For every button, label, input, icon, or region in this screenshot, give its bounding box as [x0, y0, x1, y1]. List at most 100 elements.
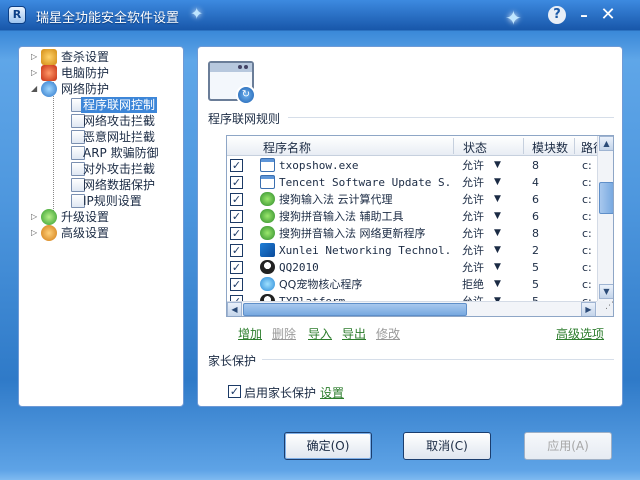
settings-window: R 瑞星全功能安全软件设置 ✦ ✦ ? – ✕ ▷ 查杀设置 ▷ 电脑防护 ◢ …: [0, 0, 640, 480]
module-count: 6: [532, 193, 539, 206]
window-icon: [260, 175, 275, 189]
help-button[interactable]: ?: [548, 6, 566, 24]
dropdown-arrow-icon[interactable]: ▼: [494, 211, 501, 221]
module-count: 4: [532, 176, 539, 189]
rule-checkbox[interactable]: ✓: [230, 210, 243, 223]
expand-icon[interactable]: ▷: [31, 213, 38, 221]
parental-protect-label[interactable]: 启用家长保护: [244, 384, 316, 401]
rule-status[interactable]: 允许: [462, 158, 498, 173]
qq-pet-icon: [260, 277, 275, 291]
table-row[interactable]: ✓ 搜狗拼音输入法 网络更新程序 允许 ▼ 8 c:: [227, 225, 597, 242]
ok-button[interactable]: 确定(O): [284, 432, 372, 460]
globe-icon: [41, 81, 57, 97]
rule-checkbox[interactable]: ✓: [230, 261, 243, 274]
divider: [262, 359, 614, 360]
tree-item-label: 网络数据保护: [83, 178, 156, 192]
expand-icon[interactable]: ▷: [31, 69, 38, 77]
expand-icon[interactable]: ▷: [31, 53, 38, 61]
add-rule-link[interactable]: 增加: [238, 325, 262, 342]
title-bar[interactable]: R 瑞星全功能安全软件设置 ✦ ✦ ? – ✕: [0, 0, 640, 30]
rule-status[interactable]: 允许: [462, 226, 498, 241]
tree-item-label: IP规则设置: [83, 194, 142, 208]
vertical-scrollbar[interactable]: ▲ ▼: [597, 136, 613, 301]
parental-settings-link[interactable]: 设置: [320, 384, 344, 401]
rules-table: 程序名称 状态 模块数 路径 ✓txopshow.exe允许▼8c:✓Tence…: [226, 135, 614, 317]
rule-checkbox[interactable]: ✓: [230, 244, 243, 257]
column-header-modules[interactable]: 模块数: [532, 139, 568, 156]
settings-tree: ▷ 查杀设置 ▷ 电脑防护 ◢ 网络防护 程序联网控制 网络攻击拦截 恶意网址拦…: [18, 46, 184, 407]
sogou-icon: [260, 209, 275, 223]
dropdown-arrow-icon[interactable]: ▼: [494, 262, 501, 272]
dropdown-arrow-icon[interactable]: ▼: [494, 228, 501, 238]
settings-content: ↻ 程序联网规则 程序名称 状态 模块数 路径 ✓txopshow.exe允许▼…: [197, 46, 623, 407]
export-rules-link[interactable]: 导出: [342, 325, 366, 342]
rule-checkbox[interactable]: ✓: [230, 227, 243, 240]
close-button[interactable]: ✕: [598, 5, 618, 25]
qq-penguin-icon: [260, 260, 275, 274]
parental-protect-checkbox[interactable]: ✓: [228, 385, 241, 398]
shield-icon: [41, 65, 57, 81]
advanced-options-link[interactable]: 高级选项: [556, 325, 604, 342]
delete-rule-link[interactable]: 删除: [272, 325, 296, 342]
tree-item-label: 高级设置: [61, 226, 110, 240]
rule-checkbox[interactable]: ✓: [230, 159, 243, 172]
rule-status[interactable]: 允许: [462, 175, 498, 190]
dropdown-arrow-icon[interactable]: ▼: [494, 245, 501, 255]
horizontal-scrollbar[interactable]: ◀ ▶: [227, 301, 597, 316]
rule-status[interactable]: 允许: [462, 260, 498, 275]
rule-status[interactable]: 允许: [462, 209, 498, 224]
resize-grip-icon: ⋰: [597, 301, 613, 316]
dropdown-arrow-icon[interactable]: ▼: [494, 160, 501, 170]
table-row[interactable]: ✓ QQ宠物核心程序 拒绝 ▼ 5 c:: [227, 276, 597, 293]
sogou-icon: [260, 226, 275, 240]
table-row[interactable]: ✓ txopshow.exe 允许 ▼ 8 c:: [227, 157, 597, 174]
rule-checkbox[interactable]: ✓: [230, 278, 243, 291]
apply-button[interactable]: 应用(A): [524, 432, 612, 460]
scroll-right-icon[interactable]: ▶: [581, 302, 596, 316]
table-row[interactable]: ✓ 搜狗拼音输入法 辅助工具 允许 ▼ 6 c:: [227, 208, 597, 225]
rising-shield-icon: R: [8, 6, 26, 24]
search-scan-icon: [41, 49, 57, 65]
table-row[interactable]: ✓ Tencent Software Update S... 允许 ▼ 4 c:: [227, 174, 597, 191]
program-name: 搜狗拼音输入法 辅助工具: [279, 210, 404, 223]
expand-icon[interactable]: ▷: [31, 229, 38, 237]
rule-checkbox[interactable]: ✓: [230, 193, 243, 206]
import-rules-link[interactable]: 导入: [308, 325, 332, 342]
program-name: Xunlei Networking Technol...: [279, 244, 449, 257]
cancel-button[interactable]: 取消(C): [403, 432, 491, 460]
column-header-name[interactable]: 程序名称: [263, 139, 311, 156]
dropdown-arrow-icon[interactable]: ▼: [494, 177, 501, 187]
module-count: 2: [532, 244, 539, 257]
rule-checkbox[interactable]: ✓: [230, 176, 243, 189]
program-name: 搜狗拼音输入法 网络更新程序: [279, 227, 426, 240]
minimize-button[interactable]: –: [574, 5, 594, 25]
app-net-control-icon: ↻: [208, 61, 256, 105]
rule-status[interactable]: 拒绝: [462, 277, 498, 292]
dropdown-arrow-icon[interactable]: ▼: [494, 279, 501, 289]
scroll-down-icon[interactable]: ▼: [599, 284, 613, 299]
sparkle-icon: ✦: [190, 4, 204, 23]
scroll-thumb[interactable]: [243, 303, 467, 316]
scroll-left-icon[interactable]: ◀: [227, 302, 242, 316]
scroll-thumb[interactable]: [599, 182, 613, 214]
table-row[interactable]: ✓ 搜狗输入法 云计算代理 允许 ▼ 6 c:: [227, 191, 597, 208]
tree-item-label: 网络防护: [61, 82, 110, 96]
section-title-parental: 家长保护: [208, 354, 257, 368]
rule-status[interactable]: 允许: [462, 243, 498, 258]
tree-item-label: 程序联网控制: [81, 97, 158, 113]
collapse-icon[interactable]: ◢: [31, 85, 38, 93]
module-count: 8: [532, 159, 539, 172]
table-row[interactable]: ✓ QQ2010 允许 ▼ 5 c:: [227, 259, 597, 276]
xunlei-icon: [260, 243, 275, 257]
dropdown-arrow-icon[interactable]: ▼: [494, 194, 501, 204]
update-icon: [41, 209, 57, 225]
table-row[interactable]: ✓ Xunlei Networking Technol... 允许 ▼ 2 c:: [227, 242, 597, 259]
modify-rule-link[interactable]: 修改: [376, 325, 400, 342]
column-header-path[interactable]: 路径: [581, 139, 597, 156]
rule-status[interactable]: 允许: [462, 192, 498, 207]
sparkle-icon: ✦: [505, 6, 522, 30]
column-header-status[interactable]: 状态: [463, 139, 487, 156]
module-count: 5: [532, 261, 539, 274]
tree-item-label: 升级设置: [61, 210, 110, 224]
scroll-up-icon[interactable]: ▲: [599, 136, 613, 151]
